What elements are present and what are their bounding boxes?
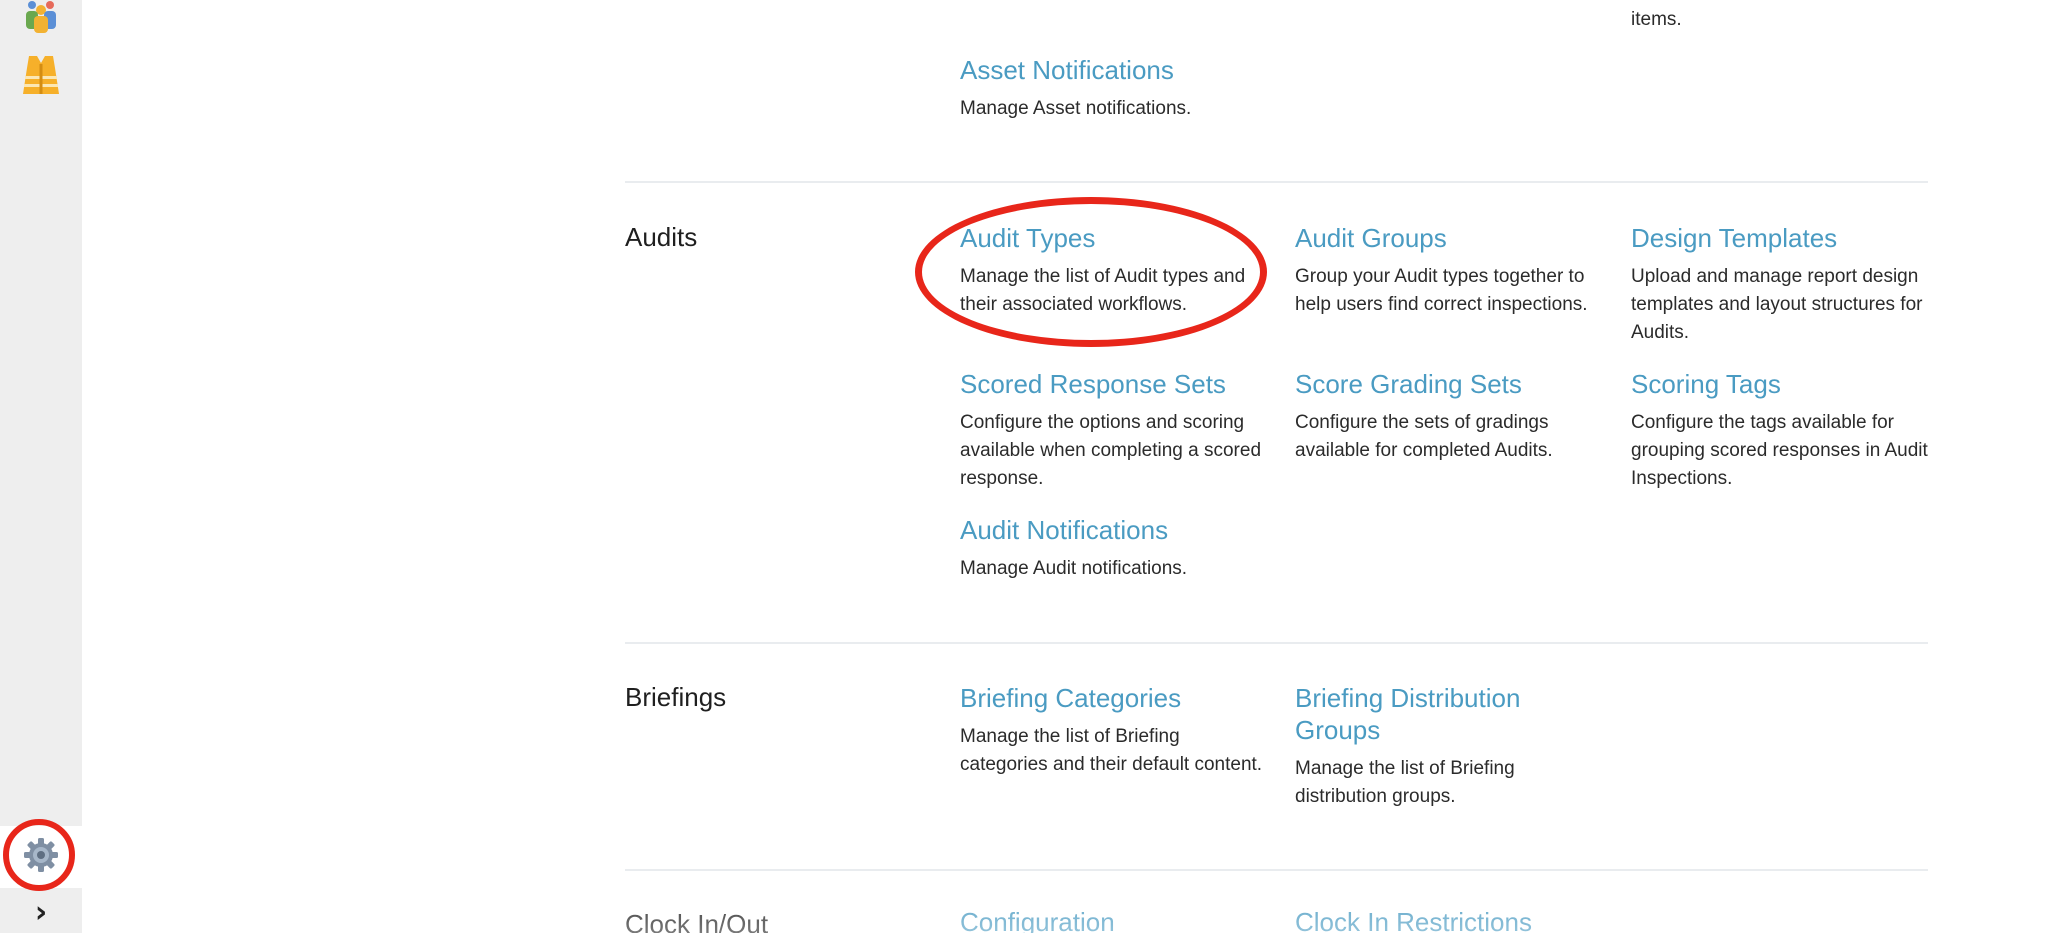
card-briefing-distribution-groups: Briefing Distribution Groups Manage the … [1295, 682, 1575, 811]
section-divider [625, 642, 1928, 644]
gear-icon [23, 837, 59, 878]
overflow-desc-text: items. [1631, 9, 1682, 30]
card-scoring-tags: Scoring Tags Configure the tags availabl… [1631, 368, 1936, 493]
section-divider [625, 181, 1928, 183]
asset-notifications-desc: Manage Asset notifications. [960, 98, 1192, 119]
clock-in-restrictions-link[interactable]: Clock In Restrictions [1295, 906, 1600, 933]
briefing-categories-desc: Manage the list of Briefing categories a… [960, 726, 1263, 775]
briefing-distribution-groups-link[interactable]: Briefing Distribution Groups [1295, 682, 1575, 746]
card-asset-notifications: Asset Notifications Manage Asset notific… [960, 54, 1265, 123]
scored-response-sets-desc: Configure the options and scoring availa… [960, 412, 1262, 489]
scoring-tags-desc: Configure the tags available for groupin… [1631, 412, 1928, 489]
card-briefing-categories: Briefing Categories Manage the list of B… [960, 682, 1265, 779]
card-scored-response-sets: Scored Response Sets Configure the optio… [960, 368, 1265, 493]
people-group-icon [23, 0, 59, 38]
asset-notifications-link[interactable]: Asset Notifications [960, 54, 1265, 86]
left-sidebar: › [0, 0, 82, 933]
settings-page: › items. Asset Notifications Manage Asse… [0, 0, 2064, 933]
expand-sidebar-button[interactable]: › [0, 893, 82, 933]
section-divider [625, 869, 1928, 871]
card-clock-in-restrictions: Clock In Restrictions [1295, 906, 1600, 933]
safety-vest-icon [21, 54, 61, 101]
audit-notifications-link[interactable]: Audit Notifications [960, 514, 1265, 546]
briefing-distribution-groups-desc: Manage the list of Briefing distribution… [1295, 758, 1515, 807]
score-grading-sets-link[interactable]: Score Grading Sets [1295, 368, 1600, 400]
audit-groups-desc: Group your Audit types together to help … [1295, 266, 1588, 315]
section-title-audits: Audits [625, 222, 698, 252]
card-score-grading-sets: Score Grading Sets Configure the sets of… [1295, 368, 1600, 465]
card-audit-notifications: Audit Notifications Manage Audit notific… [960, 514, 1265, 583]
section-title-briefings: Briefings [625, 682, 727, 712]
chevron-right-icon: › [34, 895, 48, 930]
design-templates-link[interactable]: Design Templates [1631, 222, 1936, 254]
design-templates-desc: Upload and manage report design template… [1631, 266, 1923, 343]
card-audit-groups: Audit Groups Group your Audit types toge… [1295, 222, 1600, 319]
people-nav-button[interactable] [0, 0, 82, 38]
card-design-templates: Design Templates Upload and manage repor… [1631, 222, 1936, 347]
audit-types-link[interactable]: Audit Types [960, 222, 1265, 254]
settings-nav-button[interactable] [0, 826, 82, 888]
scored-response-sets-link[interactable]: Scored Response Sets [960, 368, 1265, 400]
safety-nav-button[interactable] [0, 52, 82, 102]
section-title-clock-in-out: Clock In/Out [625, 909, 769, 933]
score-grading-sets-desc: Configure the sets of gradings available… [1295, 412, 1553, 461]
configuration-link[interactable]: Configuration [960, 906, 1265, 933]
card-configuration: Configuration [960, 906, 1265, 933]
audit-groups-link[interactable]: Audit Groups [1295, 222, 1600, 254]
audit-notifications-desc: Manage Audit notifications. [960, 558, 1188, 579]
audit-types-desc: Manage the list of Audit types and their… [960, 266, 1246, 315]
briefing-categories-link[interactable]: Briefing Categories [960, 682, 1265, 714]
card-audit-types: Audit Types Manage the list of Audit typ… [960, 222, 1265, 319]
scoring-tags-link[interactable]: Scoring Tags [1631, 368, 1936, 400]
